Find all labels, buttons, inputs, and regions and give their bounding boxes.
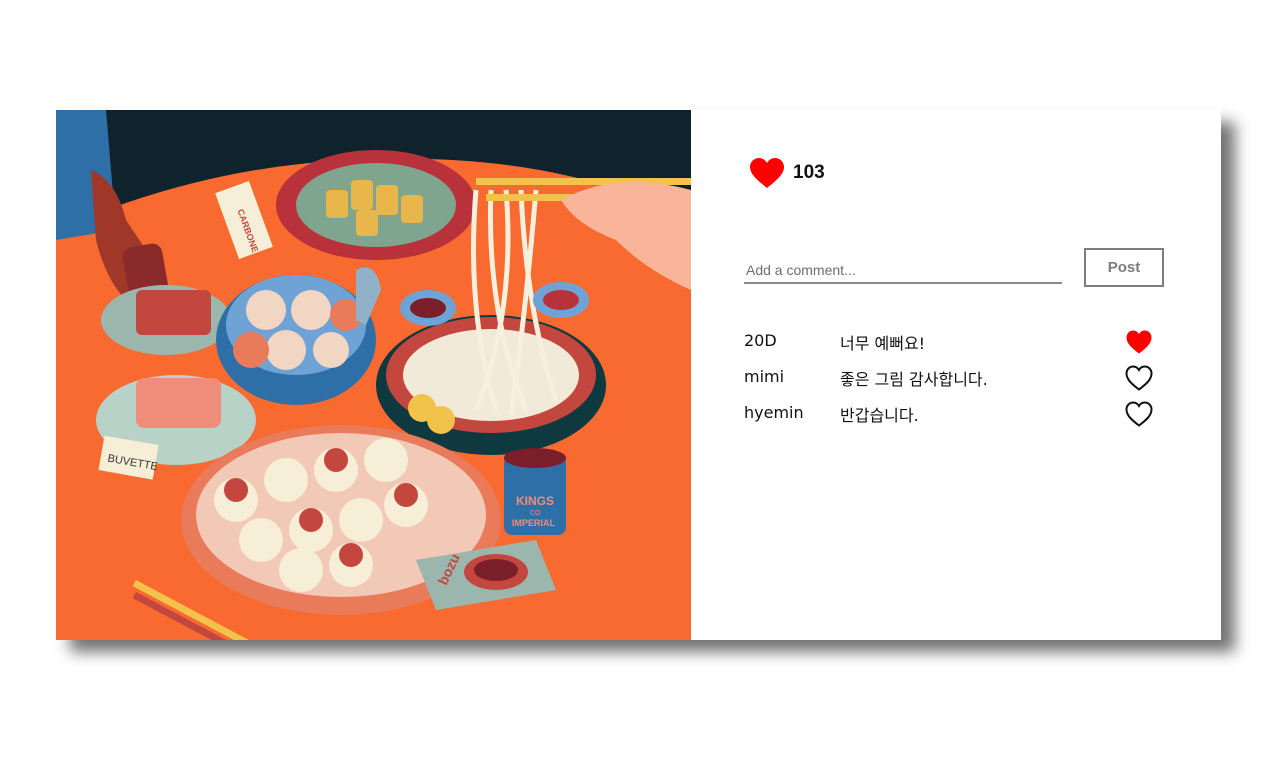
comment-item: hyemin 반갑습니다.: [744, 400, 1164, 436]
like-count: 103: [793, 162, 825, 183]
heart-icon[interactable]: [749, 157, 785, 189]
heart-outline-icon[interactable]: [1125, 401, 1153, 427]
comment-username[interactable]: 20D: [744, 331, 777, 350]
food-illustration: CARBONE BUVETTE bozu KINGS CO IMPERIAL: [56, 110, 691, 640]
post-button[interactable]: Post: [1084, 248, 1164, 287]
svg-text:KINGS: KINGS: [516, 494, 554, 508]
post-details-panel: 103 Post 20D 너무 예뻐요! mimi 좋은 그림 감사합니다.: [691, 110, 1221, 640]
comment-text: 너무 예뻐요!: [840, 334, 926, 353]
heart-outline-icon[interactable]: [1125, 365, 1153, 391]
likes-row: 103: [749, 157, 825, 189]
comment-text: 좋은 그림 감사합니다.: [840, 370, 988, 389]
svg-text:CO: CO: [530, 510, 541, 517]
comment-form: Post: [744, 248, 1164, 288]
post-card: CARBONE BUVETTE bozu KINGS CO IMPERIAL 1…: [56, 110, 1221, 640]
comment-username[interactable]: hyemin: [744, 403, 804, 422]
comment-username[interactable]: mimi: [744, 367, 784, 386]
comment-text: 반갑습니다.: [840, 406, 919, 425]
comment-item: 20D 너무 예뻐요!: [744, 328, 1164, 364]
heart-filled-icon[interactable]: [1125, 329, 1153, 355]
post-image[interactable]: CARBONE BUVETTE bozu KINGS CO IMPERIAL: [56, 110, 691, 640]
comment-input[interactable]: [744, 252, 1062, 284]
comment-item: mimi 좋은 그림 감사합니다.: [744, 364, 1164, 400]
svg-text:IMPERIAL: IMPERIAL: [512, 518, 556, 528]
comment-list: 20D 너무 예뻐요! mimi 좋은 그림 감사합니다. hyemin 반갑습…: [744, 328, 1164, 436]
